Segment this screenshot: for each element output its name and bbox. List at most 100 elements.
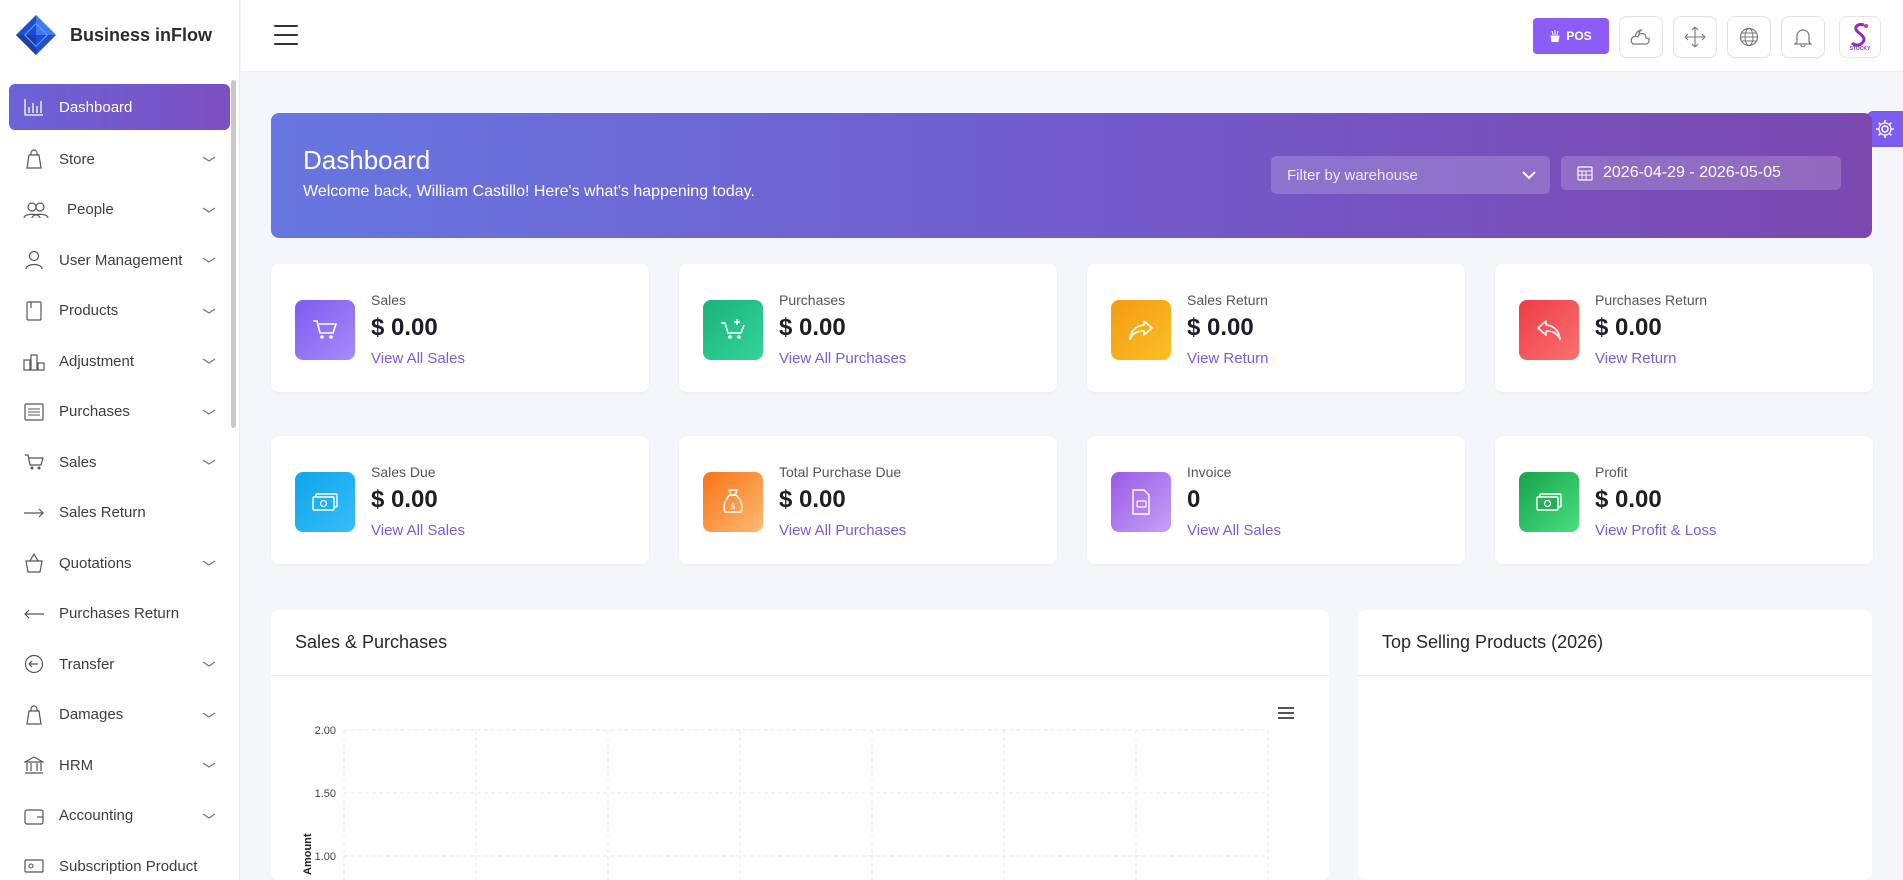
chevron-down-icon xyxy=(202,459,216,465)
chevron-down-icon xyxy=(202,358,216,364)
sidebar-item-purchases-return[interactable]: Purchases Return xyxy=(9,589,230,639)
invoice-icon xyxy=(1111,472,1171,532)
date-range-value: 2026-04-29 - 2026-05-05 xyxy=(1603,164,1781,181)
sidebar-item-accounting[interactable]: Accounting xyxy=(9,791,230,841)
sidebar-item-dashboard[interactable]: Dashboard xyxy=(9,84,230,130)
stat-card-sales-due: Sales Due $ 0.00 View All Sales xyxy=(271,436,649,564)
sidebar-item-adjustment[interactable]: Adjustment xyxy=(9,336,230,386)
stat-title: Purchases Return xyxy=(1595,292,1708,308)
stat-card-sales-return: Sales Return $ 0.00 View Return xyxy=(1087,264,1465,392)
stat-card-invoice: Invoice 0 View All Sales xyxy=(1087,436,1465,564)
sidebar-item-user-management[interactable]: User Management xyxy=(9,235,230,285)
sidebar-item-damages[interactable]: Damages xyxy=(9,690,230,740)
avatar[interactable]: STOCKY xyxy=(1839,16,1881,58)
sidebar-item-label: Damages xyxy=(59,706,124,723)
view-all-sales-link[interactable]: View All Sales xyxy=(1187,522,1281,539)
people-icon xyxy=(23,199,49,221)
cart-icon xyxy=(23,451,45,473)
sidebar-item-label: Accounting xyxy=(59,807,134,824)
panel-divider xyxy=(1358,675,1872,676)
bell-icon xyxy=(1794,29,1812,47)
stat-title: Sales xyxy=(371,292,407,308)
view-profit-loss-link[interactable]: View Profit & Loss xyxy=(1595,522,1716,539)
sidebar-item-transfer[interactable]: Transfer xyxy=(9,639,230,689)
top-selling-panel: Top Selling Products (2026) xyxy=(1358,610,1872,880)
avatar-label: STOCKY xyxy=(1849,46,1871,52)
menu-toggle-icon[interactable] xyxy=(274,25,298,45)
sidebar-item-label: Transfer xyxy=(59,655,115,673)
view-all-purchases-link[interactable]: View All Purchases xyxy=(779,350,906,367)
y-tick-label: 1.50 xyxy=(315,788,336,800)
stat-title: Total Purchase Due xyxy=(779,464,902,480)
adjustment-icon xyxy=(23,350,45,372)
chevron-down-icon xyxy=(202,207,216,213)
sidebar-item-label: Adjustment xyxy=(59,352,135,370)
brand-name: Business inFlow xyxy=(70,24,213,45)
sidebar-item-sales-return[interactable]: Sales Return xyxy=(9,488,230,538)
fullscreen-button[interactable] xyxy=(1673,16,1717,58)
sidebar-scrollbar[interactable] xyxy=(231,80,236,428)
stat-value: 0 xyxy=(1187,486,1201,513)
notifications-button[interactable] xyxy=(1781,16,1825,58)
y-axis-label: Amount xyxy=(302,833,314,875)
money-bag-icon: $ xyxy=(703,472,763,532)
stat-title: Sales Return xyxy=(1187,292,1268,308)
chevron-down-icon xyxy=(202,813,216,819)
chevron-down-icon xyxy=(202,560,216,566)
gear-icon xyxy=(1876,120,1894,138)
sidebar-item-label: Sales xyxy=(59,453,97,471)
calendar-icon xyxy=(1577,166,1593,181)
stocky-logo-icon xyxy=(1850,23,1868,47)
share-icon xyxy=(1111,300,1171,360)
view-purchases-return-link[interactable]: View Return xyxy=(1595,350,1676,367)
user-icon xyxy=(23,249,45,271)
sales-purchases-chart: 2.00 1.50 1.00Amount xyxy=(302,725,1269,880)
pos-button[interactable]: POS xyxy=(1533,18,1609,54)
damage-icon xyxy=(23,704,45,726)
sidebar-nav: Dashboard Store People User Management P… xyxy=(0,70,239,880)
panel-title: Top Selling Products (2026) xyxy=(1382,632,1604,652)
sidebar-item-quotations[interactable]: Quotations xyxy=(9,538,230,588)
sidebar-item-purchases[interactable]: Purchases xyxy=(9,387,230,437)
chevron-down-icon xyxy=(202,156,216,162)
sidebar-item-products[interactable]: Products xyxy=(9,286,230,336)
sidebar-item-sales[interactable]: Sales xyxy=(9,437,230,487)
chevron-down-icon xyxy=(1522,171,1536,180)
stat-value: $ 0.00 xyxy=(1595,314,1662,341)
view-sales-return-link[interactable]: View Return xyxy=(1187,350,1268,367)
warehouse-filter-placeholder: Filter by warehouse xyxy=(1287,166,1418,184)
basket-icon xyxy=(23,552,45,574)
product-icon xyxy=(23,300,45,322)
theme-toggle-button[interactable] xyxy=(1619,16,1663,58)
stat-card-sales: Sales $ 0.00 View All Sales xyxy=(271,264,649,392)
stat-card-total-purchase-due: $ Total Purchase Due $ 0.00 View All Pur… xyxy=(679,436,1057,564)
view-all-purchases-link[interactable]: View All Purchases xyxy=(779,522,906,539)
bag-icon xyxy=(23,148,45,170)
wallet-icon xyxy=(23,805,45,827)
view-all-sales-link[interactable]: View All Sales xyxy=(371,522,465,539)
sidebar-item-store[interactable]: Store xyxy=(9,134,230,184)
language-button[interactable] xyxy=(1727,16,1771,58)
moon-cloud-icon xyxy=(1630,28,1651,45)
stat-value: $ 0.00 xyxy=(1187,314,1254,341)
sidebar-item-people[interactable]: People xyxy=(9,185,230,235)
date-range-picker[interactable]: 2026-04-29 - 2026-05-05 xyxy=(1561,156,1841,190)
y-tick-label: 2.00 xyxy=(315,725,336,737)
sidebar-item-label: Purchases xyxy=(59,403,130,420)
sidebar-item-subscription-product[interactable]: Subscription Product xyxy=(9,841,230,880)
sidebar-item-label: Store xyxy=(59,150,95,168)
chevron-down-icon xyxy=(202,712,216,718)
stat-title: Profit xyxy=(1595,464,1628,480)
brand[interactable]: Business inFlow xyxy=(0,0,239,70)
view-all-sales-link[interactable]: View All Sales xyxy=(371,350,465,367)
customizer-toggle[interactable] xyxy=(1867,111,1903,147)
welcome-message: Welcome back, William Castillo! Here's w… xyxy=(303,183,755,200)
subscription-icon xyxy=(23,855,45,877)
sidebar-item-label: User Management xyxy=(59,251,183,269)
sales-purchases-panel: Sales & Purchases 2.00 1.50 1.00 Amount xyxy=(271,610,1329,880)
warehouse-filter-select[interactable]: Filter by warehouse xyxy=(1271,156,1550,194)
purchases-icon xyxy=(23,401,45,423)
sidebar-item-hrm[interactable]: HRM xyxy=(9,740,230,790)
stat-card-purchases-return: Purchases Return $ 0.00 View Return xyxy=(1495,264,1873,392)
bank-icon xyxy=(23,754,45,776)
